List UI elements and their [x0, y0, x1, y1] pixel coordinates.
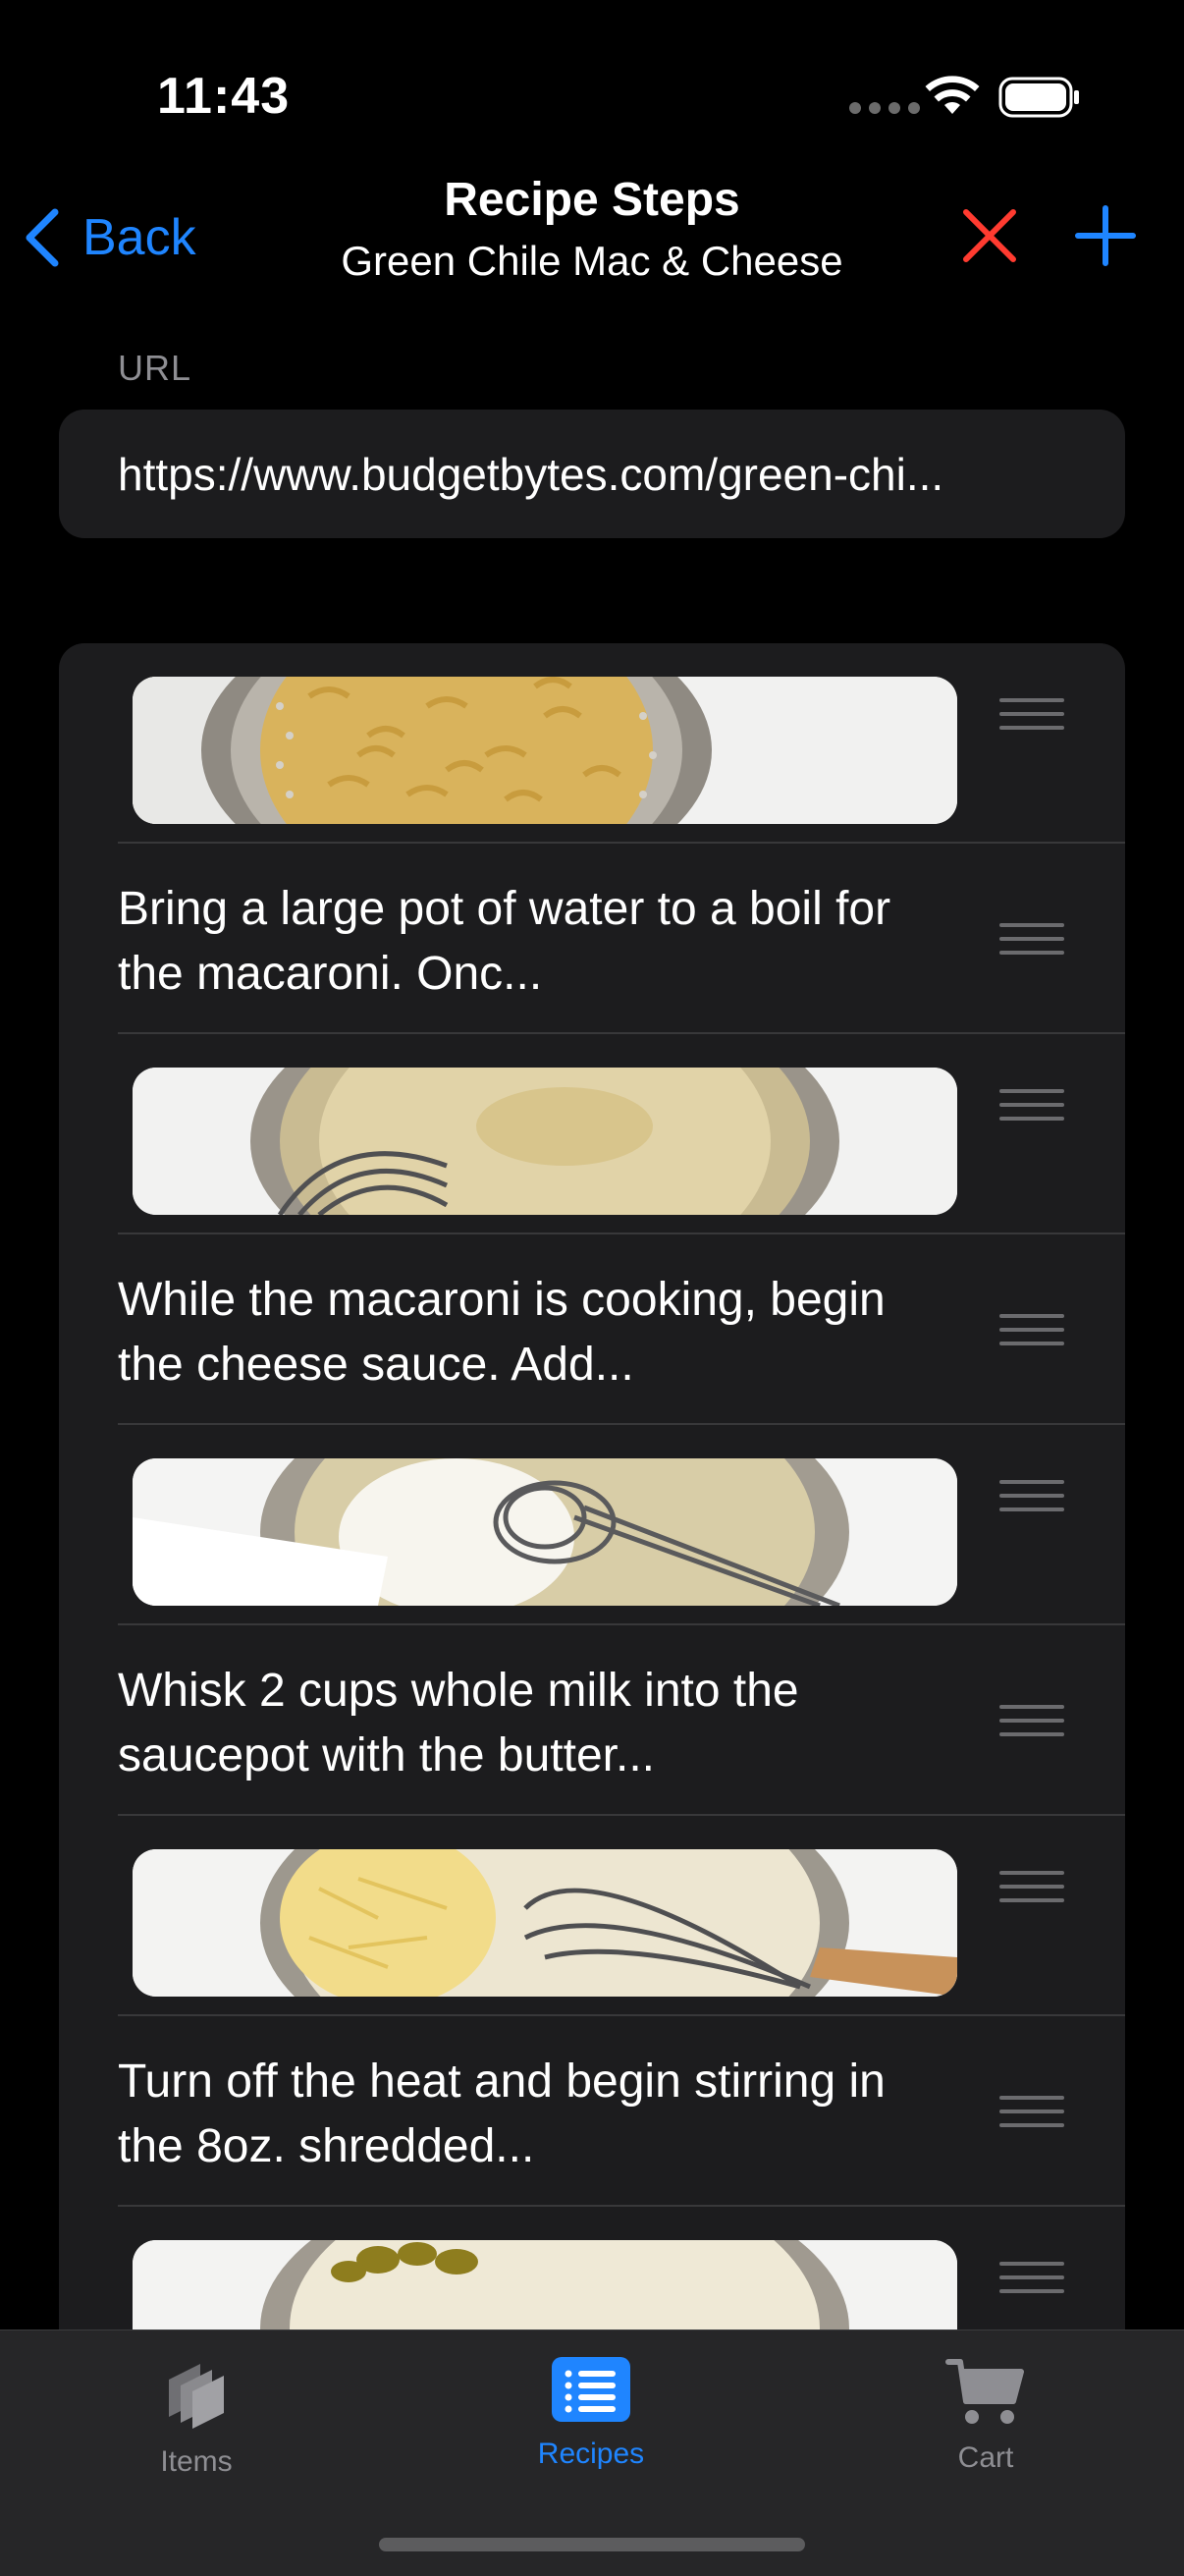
reorder-handle-icon[interactable] — [999, 1480, 1064, 1511]
step-photo-roux — [133, 1068, 957, 1215]
xmark-icon[interactable] — [954, 200, 1025, 271]
step-description: While the macaroni is cooking, begin the… — [118, 1274, 886, 1391]
step-photo-whisk-milk — [133, 1458, 957, 1606]
steps-list: Bring a large pot of water to a boil for… — [59, 643, 1125, 2509]
step-description: Bring a large pot of water to a boil for… — [118, 883, 891, 1000]
plus-icon[interactable] — [1070, 200, 1141, 271]
list-icon — [552, 2357, 630, 2422]
list-item-image[interactable] — [59, 1034, 1125, 1234]
status-time: 11:43 — [157, 68, 291, 125]
reorder-handle-icon[interactable] — [999, 923, 1064, 955]
list-item-text[interactable]: Whisk 2 cups whole milk into the saucepo… — [59, 1625, 1125, 1816]
step-description: Whisk 2 cups whole milk into the saucepo… — [118, 1665, 799, 1781]
status-bar: 11:43 — [0, 0, 1184, 187]
list-item-image[interactable] — [59, 1425, 1125, 1625]
list-item-image[interactable] — [59, 1816, 1125, 2016]
url-field[interactable]: https://www.budgetbytes.com/green-chi... — [59, 410, 1125, 538]
home-indicator — [379, 2538, 805, 2551]
cellular-signal-icon — [849, 102, 920, 114]
list-item-image[interactable] — [59, 643, 1125, 844]
list-item-text[interactable]: While the macaroni is cooking, begin the… — [59, 1234, 1125, 1425]
items-icon — [169, 2364, 224, 2429]
reorder-handle-icon[interactable] — [999, 1089, 1064, 1121]
tab-label: Recipes — [537, 2438, 645, 2470]
step-photo-drained-macaroni — [133, 677, 957, 824]
reorder-handle-icon[interactable] — [999, 2096, 1064, 2127]
list-item-text[interactable]: Bring a large pot of water to a boil for… — [59, 844, 1125, 1034]
reorder-handle-icon[interactable] — [999, 1871, 1064, 1902]
reorder-handle-icon[interactable] — [999, 698, 1064, 730]
tab-cart[interactable]: Cart — [888, 2356, 1084, 2475]
reorder-handle-icon[interactable] — [999, 1314, 1064, 1345]
step-description: Turn off the heat and begin stirring in … — [118, 2055, 886, 2172]
list-item-text[interactable]: Turn off the heat and begin stirring in … — [59, 2016, 1125, 2207]
tab-label: Items — [160, 2445, 233, 2478]
navigation-bar: Back Recipe Steps Green Chile Mac & Chee… — [0, 167, 1184, 304]
battery-icon — [998, 77, 1079, 118]
step-photo-add-cheese — [133, 1849, 957, 1997]
reorder-handle-icon[interactable] — [999, 2262, 1064, 2293]
wifi-icon — [925, 76, 980, 114]
url-section-label: URL — [118, 348, 192, 388]
tab-label: Cart — [957, 2441, 1014, 2474]
tab-recipes[interactable]: Recipes — [493, 2356, 689, 2471]
reorder-handle-icon[interactable] — [999, 1705, 1064, 1736]
cart-icon — [945, 2359, 1024, 2424]
tab-items[interactable]: Items — [98, 2356, 295, 2479]
